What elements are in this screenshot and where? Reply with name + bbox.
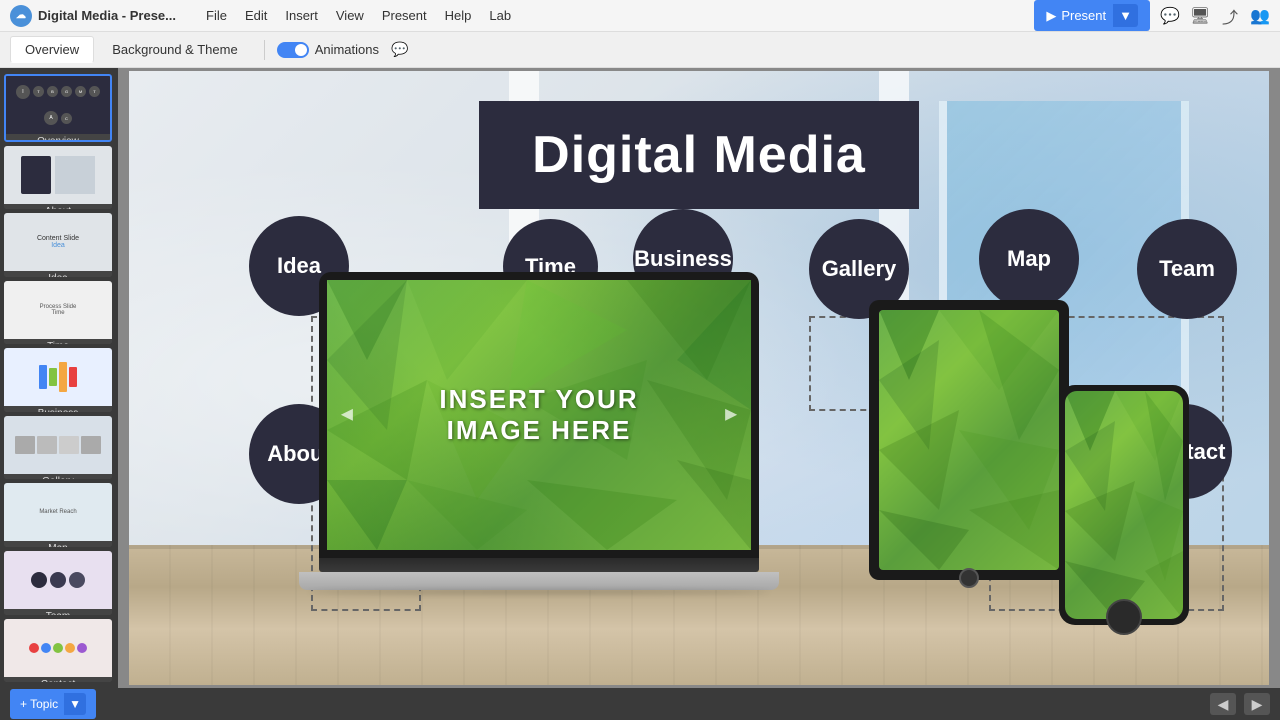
nav-forward-button[interactable]: ▶ — [1244, 693, 1270, 715]
animations-toggle[interactable]: Animations — [277, 42, 379, 58]
slide-thumb-label: Idea — [4, 271, 112, 277]
animations-switch[interactable] — [277, 42, 309, 58]
nav-back-button[interactable]: ◀ — [1210, 693, 1236, 715]
circle-team[interactable]: Team — [1137, 219, 1237, 319]
chat-icon[interactable]: 💬 — [1160, 6, 1180, 26]
phone-device — [1059, 385, 1189, 625]
tablet-home-button[interactable] — [959, 568, 979, 588]
monitor-icon[interactable]: 🖥 — [1190, 6, 1210, 26]
arrow-left-icon: ◄ — [337, 404, 357, 427]
menu-insert[interactable]: Insert — [285, 8, 318, 23]
share-icon[interactable]: ⤴ — [1220, 6, 1240, 26]
slide-thumb-image — [4, 348, 112, 406]
slide-thumb-label: Business — [4, 406, 112, 412]
phone-home-button[interactable] — [1106, 599, 1142, 635]
slide-thumb-gallery[interactable]: 5 Gallery — [4, 416, 112, 480]
slide-thumb-business[interactable]: 4 Business — [4, 348, 112, 412]
bottom-bar: + Topic ▼ ◀ ▶ — [0, 688, 1280, 720]
phone-outer — [1059, 385, 1189, 625]
insert-placeholder-text[interactable]: INSERT YOUR IMAGE HERE — [439, 384, 638, 446]
menu-help[interactable]: Help — [445, 8, 472, 23]
slide-thumb-about[interactable]: 1 About — [4, 146, 112, 210]
tab-background-theme[interactable]: Background & Theme — [98, 37, 252, 62]
laptop-screen-outer: ◄ INSERT YOUR IMAGE HERE ► — [319, 272, 759, 558]
bottom-nav: ◀ ▶ — [1210, 693, 1270, 715]
app-title: Digital Media - Prese... — [38, 8, 176, 23]
logo-icon: ☁ — [10, 5, 32, 27]
tablet-device — [869, 300, 1069, 580]
add-topic-label: + Topic — [20, 697, 58, 711]
arrow-right-icon: ► — [721, 404, 741, 427]
menu-view[interactable]: View — [336, 8, 364, 23]
slide-thumb-idea[interactable]: 2 Content SlideIdea Idea — [4, 213, 112, 277]
slide-thumb-label: About — [4, 204, 112, 210]
toolbar-divider — [264, 40, 265, 60]
laptop-device: ◄ INSERT YOUR IMAGE HERE ► — [319, 272, 779, 590]
menu-bar: File Edit Insert View Present Help Lab — [206, 8, 511, 23]
menu-present[interactable]: Present — [382, 8, 427, 23]
app-logo: ☁ Digital Media - Prese... — [10, 5, 176, 27]
slide-thumb-label: Overview — [6, 134, 110, 142]
slide-title-box: Digital Media — [479, 101, 919, 209]
present-button[interactable]: ▶ Present ▼ — [1034, 0, 1150, 31]
topbar-right: ▶ Present ▼ 💬 🖥 ⤴ 👥 — [1034, 0, 1270, 31]
slide-thumb-label: Gallery — [4, 474, 112, 480]
slide-thumb-image: I T B G M T A C — [6, 76, 110, 134]
add-topic-button[interactable]: + Topic ▼ — [10, 689, 96, 719]
canvas-area: Digital Media Idea Time Business — [118, 68, 1280, 688]
slide-thumb-label: Time — [4, 339, 112, 345]
laptop-hinge — [319, 558, 759, 572]
slide-thumb-image — [4, 551, 112, 609]
toolbar-chat-icon[interactable]: 💬 — [391, 41, 408, 58]
slide-thumb-image: Content SlideIdea — [4, 213, 112, 271]
slide-thumb-label: Contact — [4, 677, 112, 683]
slide-thumb-map[interactable]: 6 Market Reach Map — [4, 483, 112, 547]
present-label: Present — [1061, 8, 1106, 23]
toolbar: Overview Background & Theme Animations 💬 — [0, 32, 1280, 68]
slide-thumb-time[interactable]: 3 Process SlideTime Time — [4, 281, 112, 345]
add-topic-dropdown-arrow[interactable]: ▼ — [64, 693, 86, 715]
phone-screen[interactable] — [1065, 391, 1183, 619]
present-dropdown-arrow[interactable]: ▼ — [1113, 4, 1138, 27]
menu-edit[interactable]: Edit — [245, 8, 267, 23]
slide-thumb-image — [4, 416, 112, 474]
slide-canvas: Digital Media Idea Time Business — [129, 71, 1269, 685]
laptop-screen[interactable]: ◄ INSERT YOUR IMAGE HERE ► — [327, 280, 751, 550]
menu-lab[interactable]: Lab — [489, 8, 511, 23]
sidebar: I T B G M T A C Overview 1 — [0, 68, 118, 688]
users-icon[interactable]: 👥 — [1250, 6, 1270, 26]
slide-thumb-label: Map — [4, 541, 112, 547]
slide-thumb-team[interactable]: 7 Team — [4, 551, 112, 615]
slide-thumb-image — [4, 146, 112, 204]
slide-title: Digital Media — [519, 125, 879, 185]
tablet-screen-bg — [879, 310, 1059, 570]
slide-thumb-image: Market Reach — [4, 483, 112, 541]
topbar: ☁ Digital Media - Prese... File Edit Ins… — [0, 0, 1280, 32]
circle-map[interactable]: Map — [979, 209, 1079, 309]
slide-thumb-image — [4, 619, 112, 677]
tablet-outer — [869, 300, 1069, 580]
main-area: I T B G M T A C Overview 1 — [0, 68, 1280, 688]
laptop-base — [299, 572, 779, 590]
menu-file[interactable]: File — [206, 8, 227, 23]
tablet-screen[interactable] — [879, 310, 1059, 570]
slide-thumb-image: Process SlideTime — [4, 281, 112, 339]
phone-screen-bg — [1065, 391, 1183, 619]
slide-thumb-overview[interactable]: I T B G M T A C Overview — [4, 74, 112, 142]
tab-overview[interactable]: Overview — [10, 36, 94, 63]
slide-thumb-contact[interactable]: 8 Contact — [4, 619, 112, 683]
slide-thumb-label: Team — [4, 609, 112, 615]
